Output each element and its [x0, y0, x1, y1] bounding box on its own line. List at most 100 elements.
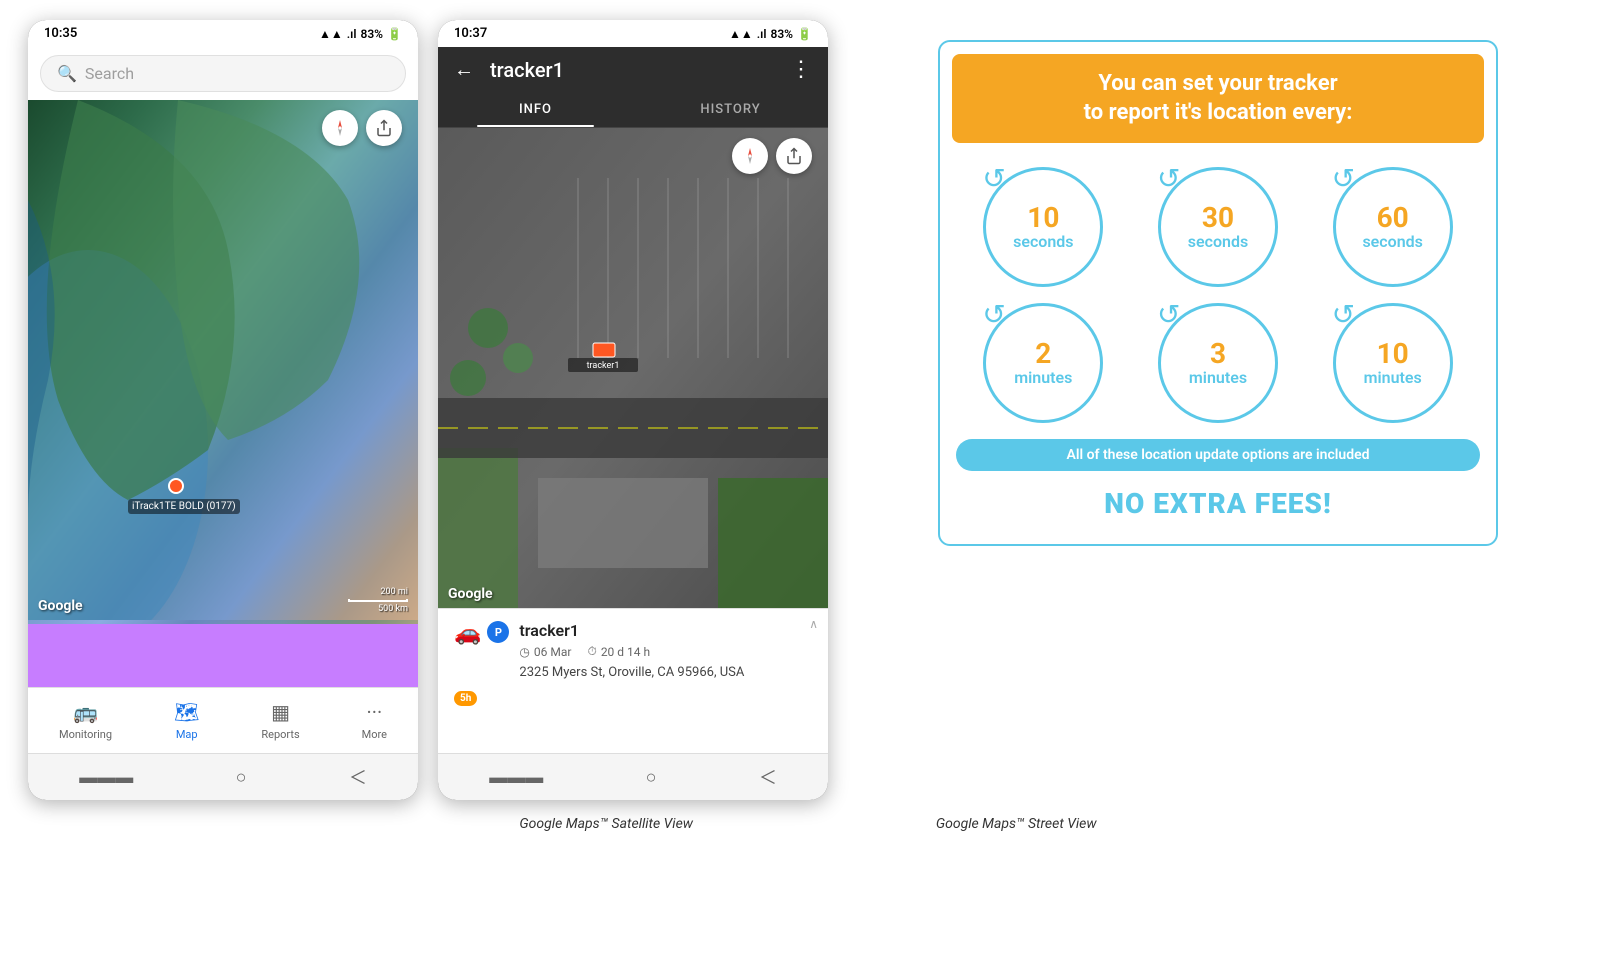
interval-10m: ↺ 10 minutes	[1313, 303, 1472, 423]
phone1-time: 10:35	[44, 26, 77, 41]
nav-more-label: More	[362, 728, 387, 741]
nav-monitoring-label: Monitoring	[59, 728, 112, 741]
arrow-10s: ↺	[982, 162, 1005, 195]
phone2-status-bar: 10:37 ▲▲ .ıl 83% 🔋	[438, 20, 828, 47]
phone2-recents[interactable]: ▬▬▬	[489, 767, 543, 788]
search-icon: 🔍	[57, 64, 77, 83]
tracker-pin	[168, 478, 184, 494]
app-header: ← tracker1 ⋮	[438, 47, 828, 92]
date-value: 06 Mar	[534, 645, 572, 659]
info-card: You can set your trackerto report it's l…	[938, 40, 1498, 546]
battery-icon: 🔋	[387, 27, 402, 41]
nav-map[interactable]: 🗺 Map	[162, 696, 211, 745]
unit-3m: minutes	[1189, 368, 1247, 387]
interval-3m: ↺ 3 minutes	[1139, 303, 1298, 423]
value-10m: 10	[1377, 340, 1409, 368]
map-icon: 🗺	[174, 700, 199, 724]
search-bar-area[interactable]: 🔍 Search	[28, 47, 418, 100]
nav-monitoring[interactable]: 🚌 Monitoring	[47, 696, 124, 745]
nav-more[interactable]: ··· More	[350, 696, 399, 745]
interval-2m: ↺ 2 minutes	[964, 303, 1123, 423]
interval-10s: ↺ 10 seconds	[964, 167, 1123, 287]
android-recents[interactable]: ▬▬▬	[79, 767, 133, 788]
circle-10s: ↺ 10 seconds	[983, 167, 1103, 287]
google-logo-left: Google	[38, 598, 83, 614]
satellite-map-image: iTrack1TE BOLD (0177) Google 200 mi 500 …	[28, 100, 418, 624]
arrow-30s: ↺	[1157, 162, 1180, 195]
phone2-battery-icon: 🔋	[797, 27, 812, 41]
duration-value: 20 d 14 h	[601, 645, 650, 659]
more-menu-button[interactable]: ⋮	[790, 57, 812, 82]
satellite-svg	[28, 100, 418, 620]
street-map-svg: tracker1	[438, 128, 828, 608]
intervals-grid-row1: ↺ 10 seconds ↺ 30 seconds ↺	[940, 143, 1496, 295]
unit-30s: seconds	[1188, 232, 1248, 251]
right-panel: You can set your trackerto report it's l…	[848, 20, 1588, 720]
nav-reports[interactable]: ▦ Reports	[249, 696, 311, 745]
share-icon[interactable]	[366, 110, 402, 146]
tab-info[interactable]: INFO	[438, 92, 633, 127]
reports-icon: ▦	[271, 700, 290, 724]
phone2-android-nav: ▬▬▬ ○ ＜	[438, 753, 828, 800]
caption-phone2: Google Maps™ Street View	[936, 816, 1097, 832]
tracker-info-panel: ∧ 🚗 P tracker1 ◷ 06 Mar	[438, 608, 828, 753]
tracker-name-row: tracker1	[519, 621, 812, 640]
compass2-icon[interactable]	[732, 138, 768, 174]
value-10s: 10	[1027, 204, 1059, 232]
android-home[interactable]: ○	[236, 767, 247, 788]
app-tabs: INFO HISTORY	[438, 92, 828, 128]
phone2-status-right: ▲▲ .ıl 83% 🔋	[729, 27, 812, 41]
arrow-3m: ↺	[1157, 298, 1180, 331]
android-back[interactable]: ＜	[349, 764, 367, 790]
captions-row: Google Maps™ Satellite View Google Maps™…	[398, 816, 1218, 832]
phone2-battery: 83%	[770, 27, 793, 41]
tab-history-label: HISTORY	[700, 102, 760, 117]
scale-bar: 200 mi 500 km	[348, 587, 408, 614]
meta-date: ◷ 06 Mar	[519, 644, 571, 659]
arrow-2m: ↺	[982, 298, 1005, 331]
circle-10m: ↺ 10 minutes	[1333, 303, 1453, 423]
value-30s: 30	[1202, 204, 1234, 232]
bottom-nav: 🚌 Monitoring 🗺 Map ▦ Reports ··· More	[28, 687, 418, 753]
arrow-10m: ↺	[1332, 298, 1355, 331]
clock-icon: ◷	[519, 645, 529, 659]
tracker-address: 2325 Myers St, Oroville, CA 95966, USA	[519, 665, 812, 680]
no-extra-fees: NO EXTRA FEES!	[940, 479, 1496, 524]
tab-history[interactable]: HISTORY	[633, 92, 828, 127]
phone1-battery: 83%	[360, 27, 383, 41]
tracker-car-icon: 🚗	[454, 621, 481, 646]
no-fees-bar: All of these location update options are…	[956, 439, 1480, 471]
arrow-60s: ↺	[1332, 162, 1355, 195]
google-logo-right: Google	[448, 586, 493, 602]
monitoring-icon: 🚌	[73, 700, 98, 724]
tracker-info-header: 🚗 P tracker1 ◷ 06 Mar ⏱ 20 d 14	[454, 621, 812, 680]
circle-2m: ↺ 2 minutes	[983, 303, 1103, 423]
caption-phone1: Google Maps™ Satellite View	[519, 816, 693, 832]
value-60s: 60	[1377, 204, 1409, 232]
phone2-mockup: 10:37 ▲▲ .ıl 83% 🔋 ← tracker1 ⋮ INFO HIS…	[438, 20, 828, 800]
share2-icon[interactable]	[776, 138, 812, 174]
circle-30s: ↺ 30 seconds	[1158, 167, 1278, 287]
svg-text:tracker1: tracker1	[587, 361, 620, 371]
phone1-network: .ıl	[347, 27, 357, 41]
phone2-time: 10:37	[454, 26, 487, 41]
search-bar[interactable]: 🔍 Search	[40, 55, 406, 92]
circle-60s: ↺ 60 seconds	[1333, 167, 1453, 287]
phone2-back[interactable]: ＜	[759, 764, 777, 790]
android-nav-bar: ▬▬▬ ○ ＜	[28, 753, 418, 800]
phone2-network: .ıl	[757, 27, 767, 41]
more-icon: ···	[367, 700, 383, 724]
app-header-title: tracker1	[490, 58, 774, 82]
compass-icon[interactable]	[322, 110, 358, 146]
circle-3m: ↺ 3 minutes	[1158, 303, 1278, 423]
collapse-button[interactable]: ∧	[809, 617, 818, 631]
back-button[interactable]: ←	[454, 57, 474, 82]
tracker-name: tracker1	[519, 621, 579, 640]
phone2-home[interactable]: ○	[646, 767, 657, 788]
meta-duration: ⏱ 20 d 14 h	[587, 644, 650, 659]
value-2m: 2	[1035, 340, 1051, 368]
value-3m: 3	[1210, 340, 1226, 368]
scale-500km: 500 km	[378, 604, 408, 614]
phone1-signal: ▲▲	[319, 27, 343, 41]
nav-map-label: Map	[176, 728, 198, 741]
